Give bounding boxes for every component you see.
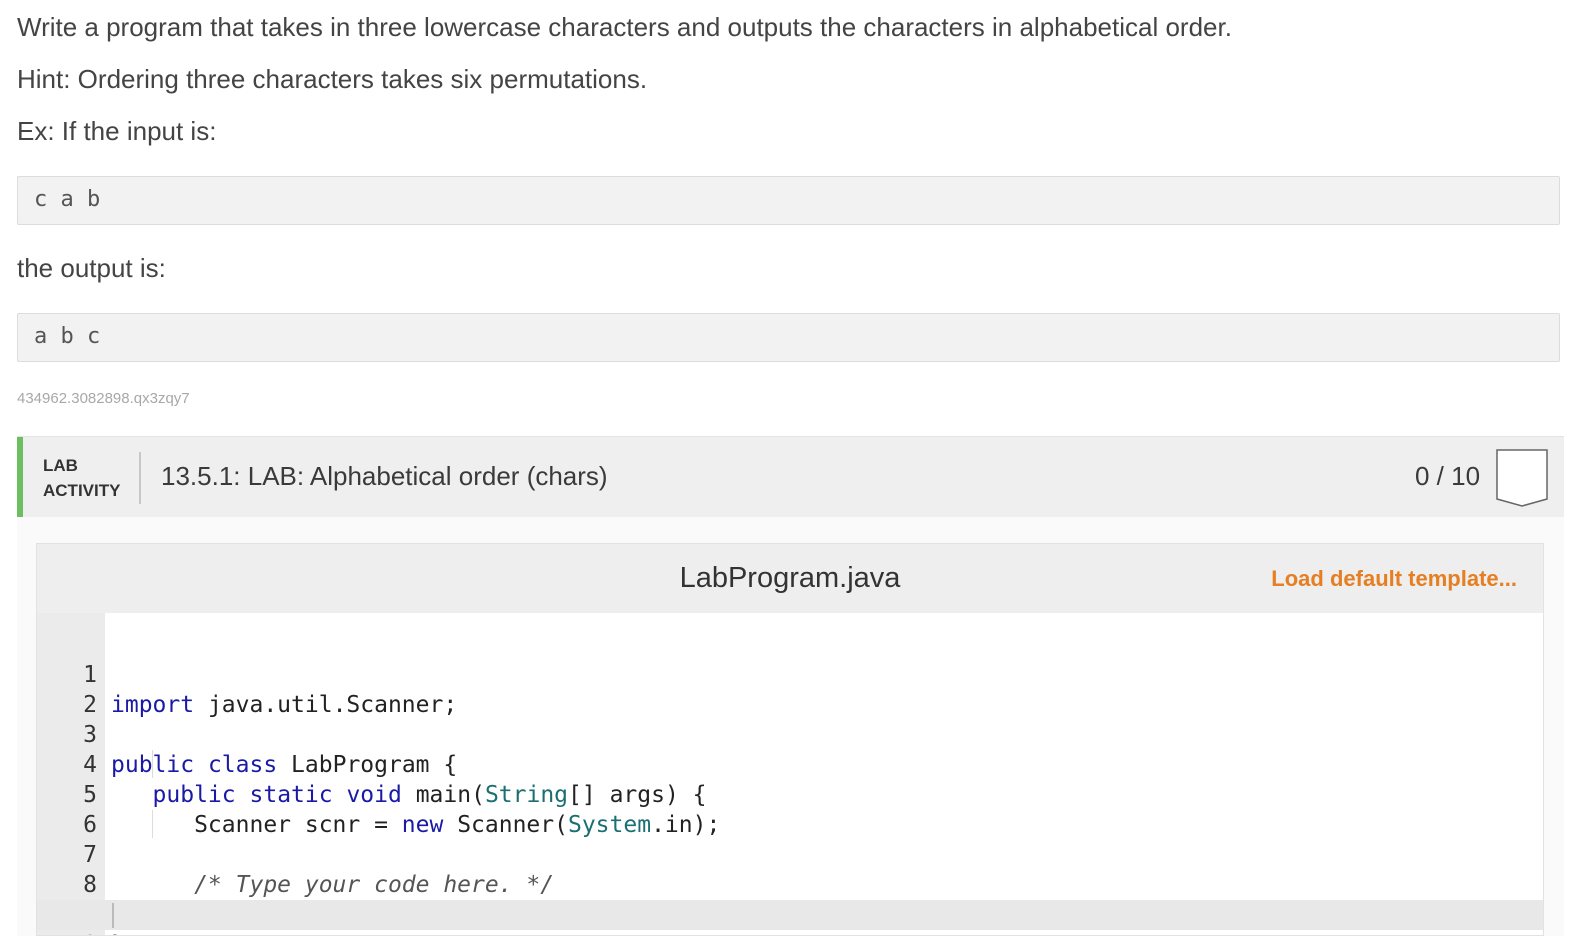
- instructions-text: Write a program that takes in three lowe…: [17, 12, 1232, 42]
- lab-tag-line1: LAB: [43, 456, 78, 475]
- output-intro-text: the output is:: [17, 253, 166, 283]
- code-line[interactable]: 5 Scanner scnr = new Scanner(System.in);: [37, 750, 1543, 838]
- lab-activity-tag: LAB ACTIVITY: [43, 453, 120, 503]
- example-input-box: c a b: [17, 176, 1560, 225]
- example-output-box: a b c: [17, 313, 1560, 362]
- code-line[interactable]: 2: [37, 660, 1543, 718]
- header-divider: [139, 452, 141, 504]
- code-line-active[interactable]: 10: [37, 900, 1543, 935]
- activity-identifier: 434962.3082898.qx3zqy7: [17, 390, 190, 407]
- indent-guide: [152, 750, 153, 778]
- editor-toolbar: LabProgram.java Load default template...: [37, 544, 1543, 613]
- code-editor-panel: LabProgram.java Load default template...…: [36, 543, 1544, 936]
- code-line[interactable]: 3 public class LabProgram {: [37, 690, 1543, 778]
- lab-accent-bar: [17, 437, 23, 518]
- completion-badge-icon: [1496, 449, 1548, 507]
- code-line[interactable]: 1 import java.util.Scanner;: [37, 630, 1543, 718]
- load-default-template-link[interactable]: Load default template...: [1271, 566, 1517, 592]
- example-intro-text: Ex: If the input is:: [17, 116, 217, 146]
- lab-tag-line2: ACTIVITY: [43, 481, 121, 500]
- lab-activity-header: LAB ACTIVITY 13.5.1: LAB: Alphabetical o…: [17, 436, 1564, 518]
- code-line[interactable]: 7 /* Type your code here. */: [37, 810, 1543, 898]
- code-input-area[interactable]: 1 import java.util.Scanner; 2 3 public c…: [37, 630, 1543, 935]
- example-output-text: a b c: [34, 324, 101, 349]
- indent-guide: [152, 810, 153, 838]
- score-text: 0 / 10: [1415, 461, 1481, 491]
- line-number: 10: [37, 930, 97, 935]
- hint-text: Hint: Ordering three characters takes si…: [17, 64, 648, 94]
- code-line[interactable]: 9 }: [37, 870, 1543, 935]
- text-cursor: [112, 903, 114, 928]
- lab-title: 13.5.1: LAB: Alphabetical order (chars): [161, 461, 608, 491]
- example-input-text: c a b: [34, 187, 101, 212]
- code-line[interactable]: 4 public static void main(String[] args)…: [37, 720, 1543, 808]
- code-line[interactable]: 6: [37, 780, 1543, 838]
- code-line[interactable]: 8 }: [37, 840, 1543, 928]
